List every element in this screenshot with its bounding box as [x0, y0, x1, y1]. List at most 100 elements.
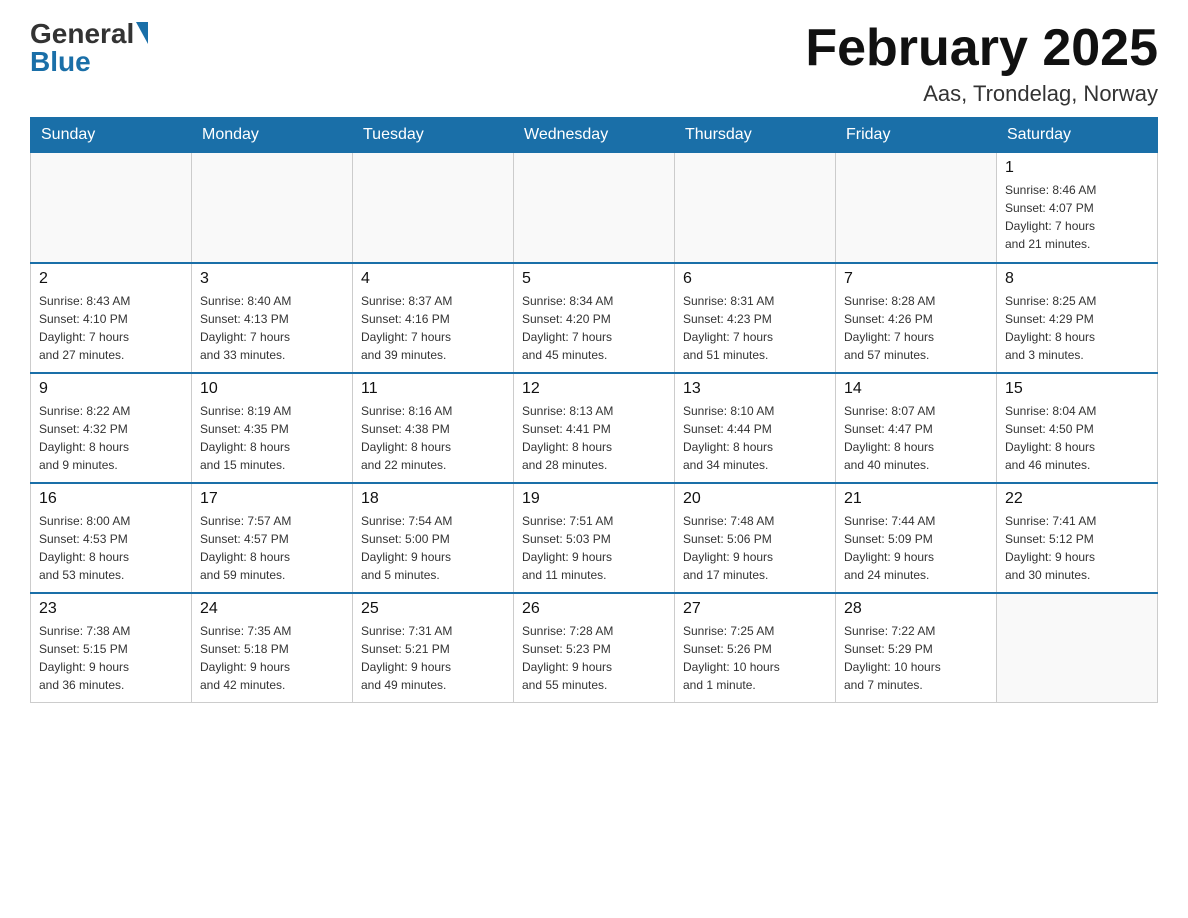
calendar-day-cell: 8Sunrise: 8:25 AMSunset: 4:29 PMDaylight… — [997, 263, 1158, 373]
day-header-tuesday: Tuesday — [353, 118, 514, 153]
day-number: 16 — [39, 490, 183, 508]
day-info: Sunrise: 7:44 AMSunset: 5:09 PMDaylight:… — [844, 512, 988, 584]
day-number: 19 — [522, 490, 666, 508]
calendar-day-cell: 13 Sunrise: 8:10 AMSunset: 4:44 PMDayligh… — [675, 373, 836, 483]
day-info: Sunrise: 8:13 AMSunset: 4:41 PMDaylight:… — [522, 402, 666, 474]
day-header-wednesday: Wednesday — [514, 118, 675, 153]
calendar-week-row: 1Sunrise: 8:46 AMSunset: 4:07 PMDaylight… — [31, 153, 1158, 263]
calendar-week-row: 9 Sunrise: 8:22 AMSunset: 4:32 PMDaylight… — [31, 373, 1158, 483]
day-number: 26 — [522, 600, 666, 618]
calendar-day-cell: 23Sunrise: 7:38 AMSunset: 5:15 PMDayligh… — [31, 593, 192, 703]
calendar-day-cell: 5 Sunrise: 8:34 AMSunset: 4:20 PMDaylight… — [514, 263, 675, 373]
day-info: Sunrise: 7:57 AMSunset: 4:57 PMDaylight:… — [200, 512, 344, 584]
day-info: Sunrise: 8:37 AMSunset: 4:16 PMDaylight:… — [361, 292, 505, 364]
day-number: 25 — [361, 600, 505, 618]
calendar-day-cell: 15 Sunrise: 8:04 AMSunset: 4:50 PMDayligh… — [997, 373, 1158, 483]
day-info: Sunrise: 8:10 AMSunset: 4:44 PMDaylight:… — [683, 402, 827, 474]
page-header: General Blue February 2025 Aas, Trondela… — [30, 20, 1158, 107]
logo-arrow-icon — [136, 22, 148, 44]
calendar-title: February 2025 — [805, 20, 1158, 77]
day-number: 24 — [200, 600, 344, 618]
calendar-header-row: SundayMondayTuesdayWednesdayThursdayFrid… — [31, 118, 1158, 153]
calendar-day-cell: 4Sunrise: 8:37 AMSunset: 4:16 PMDaylight… — [353, 263, 514, 373]
calendar-day-cell: 17 Sunrise: 7:57 AMSunset: 4:57 PMDayligh… — [192, 483, 353, 593]
day-info: Sunrise: 8:28 AMSunset: 4:26 PMDaylight:… — [844, 292, 988, 364]
calendar-day-cell: 18 Sunrise: 7:54 AMSunset: 5:00 PMDayligh… — [353, 483, 514, 593]
calendar-day-cell: 14Sunrise: 8:07 AMSunset: 4:47 PMDayligh… — [836, 373, 997, 483]
calendar-day-cell: 28 Sunrise: 7:22 AMSunset: 5:29 PMDayligh… — [836, 593, 997, 703]
day-number: 17 — [200, 490, 344, 508]
calendar-table: SundayMondayTuesdayWednesdayThursdayFrid… — [30, 117, 1158, 703]
day-info: Sunrise: 7:22 AMSunset: 5:29 PMDaylight:… — [844, 622, 988, 694]
day-header-monday: Monday — [192, 118, 353, 153]
day-number: 3 — [200, 270, 344, 288]
calendar-day-cell: 3 Sunrise: 8:40 AMSunset: 4:13 PMDaylight… — [192, 263, 353, 373]
day-info: Sunrise: 8:16 AMSunset: 4:38 PMDaylight:… — [361, 402, 505, 474]
day-info: Sunrise: 8:22 AMSunset: 4:32 PMDaylight:… — [39, 402, 183, 474]
day-info: Sunrise: 7:51 AMSunset: 5:03 PMDaylight:… — [522, 512, 666, 584]
day-number: 22 — [1005, 490, 1149, 508]
calendar-day-cell — [997, 593, 1158, 703]
day-header-sunday: Sunday — [31, 118, 192, 153]
day-number: 5 — [522, 270, 666, 288]
day-number: 6 — [683, 270, 827, 288]
calendar-day-cell: 24 Sunrise: 7:35 AMSunset: 5:18 PMDayligh… — [192, 593, 353, 703]
calendar-day-cell: 20Sunrise: 7:48 AMSunset: 5:06 PMDayligh… — [675, 483, 836, 593]
calendar-day-cell: 11 Sunrise: 8:16 AMSunset: 4:38 PMDayligh… — [353, 373, 514, 483]
calendar-subtitle: Aas, Trondelag, Norway — [805, 81, 1158, 107]
day-header-thursday: Thursday — [675, 118, 836, 153]
calendar-day-cell — [192, 153, 353, 263]
day-number: 9 — [39, 380, 183, 398]
day-info: Sunrise: 7:25 AMSunset: 5:26 PMDaylight:… — [683, 622, 827, 694]
calendar-day-cell — [514, 153, 675, 263]
day-number: 23 — [39, 600, 183, 618]
day-number: 1 — [1005, 159, 1149, 177]
calendar-day-cell: 26 Sunrise: 7:28 AMSunset: 5:23 PMDayligh… — [514, 593, 675, 703]
day-info: Sunrise: 8:34 AMSunset: 4:20 PMDaylight:… — [522, 292, 666, 364]
day-number: 11 — [361, 380, 505, 398]
day-number: 8 — [1005, 270, 1149, 288]
calendar-day-cell: 12 Sunrise: 8:13 AMSunset: 4:41 PMDayligh… — [514, 373, 675, 483]
day-number: 27 — [683, 600, 827, 618]
day-number: 14 — [844, 380, 988, 398]
day-number: 2 — [39, 270, 183, 288]
logo: General Blue — [30, 20, 148, 76]
calendar-day-cell: 25Sunrise: 7:31 AMSunset: 5:21 PMDayligh… — [353, 593, 514, 703]
day-info: Sunrise: 8:31 AMSunset: 4:23 PMDaylight:… — [683, 292, 827, 364]
logo-general-text: General — [30, 20, 134, 48]
day-info: Sunrise: 8:43 AMSunset: 4:10 PMDaylight:… — [39, 292, 183, 364]
calendar-day-cell: 16Sunrise: 8:00 AMSunset: 4:53 PMDayligh… — [31, 483, 192, 593]
day-info: Sunrise: 7:48 AMSunset: 5:06 PMDaylight:… — [683, 512, 827, 584]
day-info: Sunrise: 7:54 AMSunset: 5:00 PMDaylight:… — [361, 512, 505, 584]
day-header-saturday: Saturday — [997, 118, 1158, 153]
day-info: Sunrise: 8:04 AMSunset: 4:50 PMDaylight:… — [1005, 402, 1149, 474]
calendar-day-cell — [836, 153, 997, 263]
calendar-day-cell: 7 Sunrise: 8:28 AMSunset: 4:26 PMDaylight… — [836, 263, 997, 373]
calendar-day-cell: 2 Sunrise: 8:43 AMSunset: 4:10 PMDaylight… — [31, 263, 192, 373]
day-number: 28 — [844, 600, 988, 618]
day-header-friday: Friday — [836, 118, 997, 153]
calendar-day-cell: 10 Sunrise: 8:19 AMSunset: 4:35 PMDayligh… — [192, 373, 353, 483]
calendar-day-cell: 19 Sunrise: 7:51 AMSunset: 5:03 PMDayligh… — [514, 483, 675, 593]
day-number: 10 — [200, 380, 344, 398]
day-info: Sunrise: 7:35 AMSunset: 5:18 PMDaylight:… — [200, 622, 344, 694]
day-number: 15 — [1005, 380, 1149, 398]
day-number: 12 — [522, 380, 666, 398]
day-info: Sunrise: 8:19 AMSunset: 4:35 PMDaylight:… — [200, 402, 344, 474]
calendar-day-cell: 22 Sunrise: 7:41 AMSunset: 5:12 PMDayligh… — [997, 483, 1158, 593]
day-number: 7 — [844, 270, 988, 288]
day-info: Sunrise: 7:41 AMSunset: 5:12 PMDaylight:… — [1005, 512, 1149, 584]
calendar-day-cell — [353, 153, 514, 263]
day-info: Sunrise: 7:28 AMSunset: 5:23 PMDaylight:… — [522, 622, 666, 694]
day-number: 21 — [844, 490, 988, 508]
calendar-week-row: 2 Sunrise: 8:43 AMSunset: 4:10 PMDaylight… — [31, 263, 1158, 373]
day-info: Sunrise: 8:40 AMSunset: 4:13 PMDaylight:… — [200, 292, 344, 364]
title-section: February 2025 Aas, Trondelag, Norway — [805, 20, 1158, 107]
calendar-week-row: 23Sunrise: 7:38 AMSunset: 5:15 PMDayligh… — [31, 593, 1158, 703]
day-number: 13 — [683, 380, 827, 398]
calendar-day-cell: 21 Sunrise: 7:44 AMSunset: 5:09 PMDayligh… — [836, 483, 997, 593]
calendar-week-row: 16Sunrise: 8:00 AMSunset: 4:53 PMDayligh… — [31, 483, 1158, 593]
day-number: 18 — [361, 490, 505, 508]
calendar-day-cell: 9 Sunrise: 8:22 AMSunset: 4:32 PMDaylight… — [31, 373, 192, 483]
calendar-day-cell — [31, 153, 192, 263]
